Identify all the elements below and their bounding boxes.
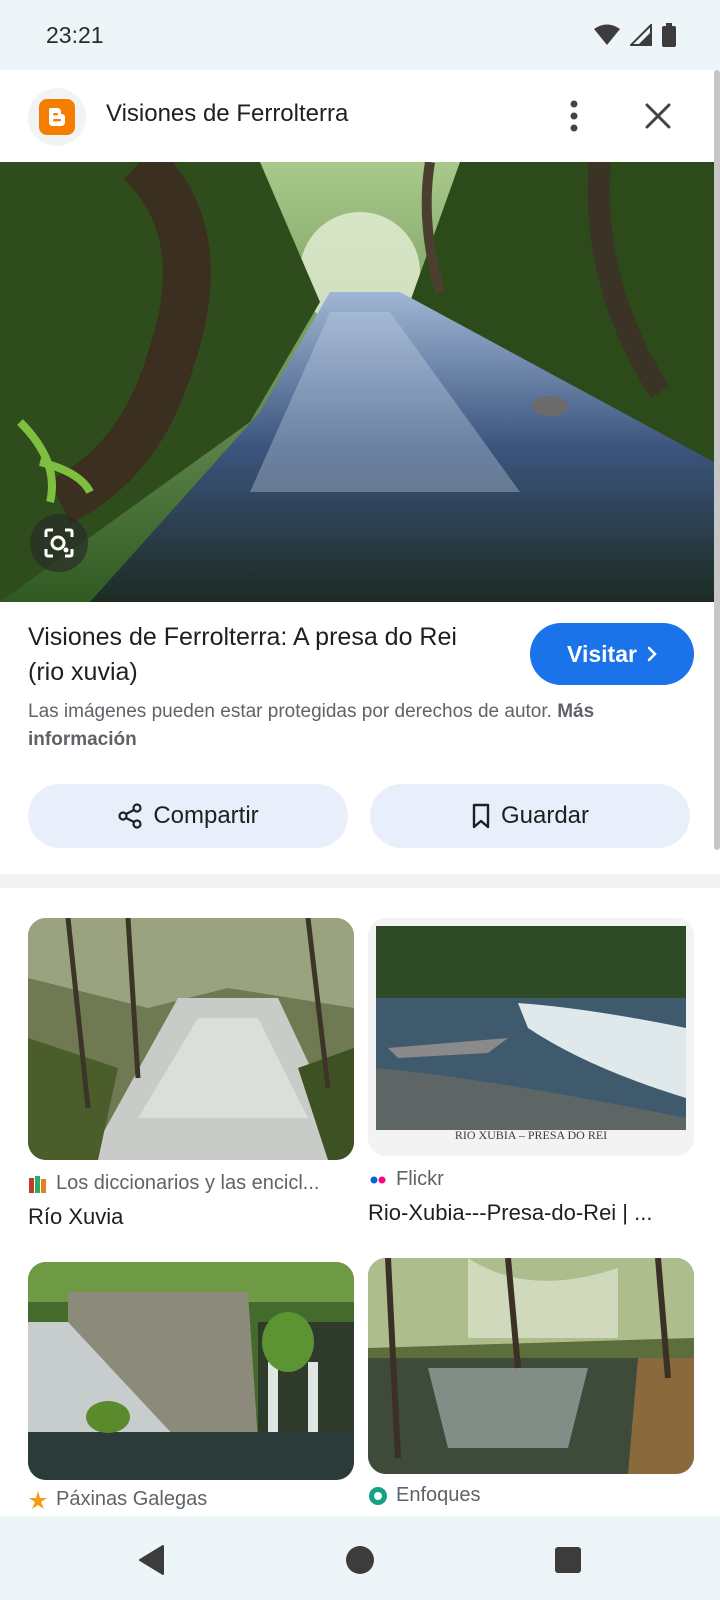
related-source-label-2: Flickr bbox=[396, 1168, 444, 1190]
save-button[interactable]: Guardar bbox=[370, 784, 690, 848]
related-source-4[interactable]: Enfoques bbox=[368, 1484, 481, 1507]
flickr-icon bbox=[370, 1176, 386, 1183]
status-time: 23:21 bbox=[46, 22, 104, 48]
status-icons bbox=[594, 22, 676, 48]
related-source-label-3: Páxinas Galegas bbox=[56, 1488, 208, 1510]
copyright-text: Las imágenes pueden estar protegidas por… bbox=[28, 701, 552, 722]
back-icon bbox=[139, 1545, 164, 1575]
main-image[interactable] bbox=[0, 162, 714, 602]
more-vert-icon bbox=[570, 100, 578, 132]
visit-button[interactable]: Visitar bbox=[530, 623, 694, 685]
signal-icon bbox=[630, 24, 652, 46]
related-image-4[interactable] bbox=[368, 1258, 694, 1474]
close-button[interactable] bbox=[636, 94, 680, 138]
related-image-1[interactable] bbox=[28, 918, 354, 1160]
thumbnail-river-reflection bbox=[368, 1258, 694, 1474]
visit-label: Visitar bbox=[567, 640, 637, 667]
bookmark-icon bbox=[472, 803, 490, 829]
related-title-1[interactable]: Río Xuvia bbox=[28, 1204, 354, 1230]
related-image-3[interactable] bbox=[28, 1262, 354, 1480]
site-name: Visiones de Ferrolterra bbox=[106, 100, 349, 127]
related-image-2[interactable]: RIO XUBIA – PRESA DO REI bbox=[368, 918, 694, 1156]
scrollbar[interactable] bbox=[714, 70, 720, 850]
star-icon bbox=[29, 1490, 47, 1509]
related-source-1[interactable]: Los diccionarios y las encicl... bbox=[28, 1172, 319, 1195]
lens-icon bbox=[44, 528, 74, 558]
thumbnail-river-xuvia bbox=[28, 918, 354, 1160]
related-source-label-4: Enfoques bbox=[396, 1484, 481, 1506]
save-label: Guardar bbox=[500, 802, 590, 829]
books-icon bbox=[29, 1175, 46, 1193]
status-bar: 23:21 bbox=[0, 0, 720, 70]
chevron-right-icon bbox=[647, 646, 657, 662]
site-favicon bbox=[28, 88, 86, 146]
enfoques-icon bbox=[369, 1486, 387, 1505]
related-source-2[interactable]: Flickr bbox=[368, 1168, 444, 1191]
recents-icon bbox=[555, 1547, 581, 1573]
related-source-label-1: Los diccionarios y las encicl... bbox=[56, 1172, 320, 1194]
share-icon bbox=[118, 803, 142, 829]
related-source-3[interactable]: Páxinas Galegas bbox=[28, 1488, 207, 1511]
recents-button[interactable] bbox=[546, 1538, 590, 1582]
section-divider bbox=[0, 874, 720, 888]
share-label: Compartir bbox=[153, 802, 259, 829]
copyright-notice: Las imágenes pueden estar protegidas por… bbox=[28, 698, 688, 754]
image-caption-text: RIO XUBIA – PRESA DO REI bbox=[454, 1128, 608, 1142]
home-icon bbox=[346, 1546, 374, 1574]
more-options-button[interactable] bbox=[556, 94, 592, 138]
river-forest-image bbox=[0, 162, 714, 602]
blogger-icon bbox=[39, 99, 75, 135]
share-button[interactable]: Compartir bbox=[28, 784, 348, 848]
google-lens-button[interactable] bbox=[30, 514, 88, 572]
back-button[interactable] bbox=[130, 1538, 174, 1582]
result-title: Visiones de Ferrolterra: A presa do Rei … bbox=[28, 623, 457, 686]
navigation-bar bbox=[0, 1516, 720, 1600]
battery-icon bbox=[662, 23, 676, 47]
header: Visiones de Ferrolterra bbox=[0, 70, 720, 162]
home-button[interactable] bbox=[338, 1538, 382, 1582]
thumbnail-dam-wall bbox=[28, 1262, 354, 1480]
close-icon bbox=[645, 103, 671, 129]
thumbnail-presa-do-rei bbox=[368, 918, 694, 1156]
wifi-icon bbox=[594, 24, 620, 45]
related-title-2[interactable]: Rio-Xubia---Presa-do-Rei | ... bbox=[368, 1200, 694, 1226]
